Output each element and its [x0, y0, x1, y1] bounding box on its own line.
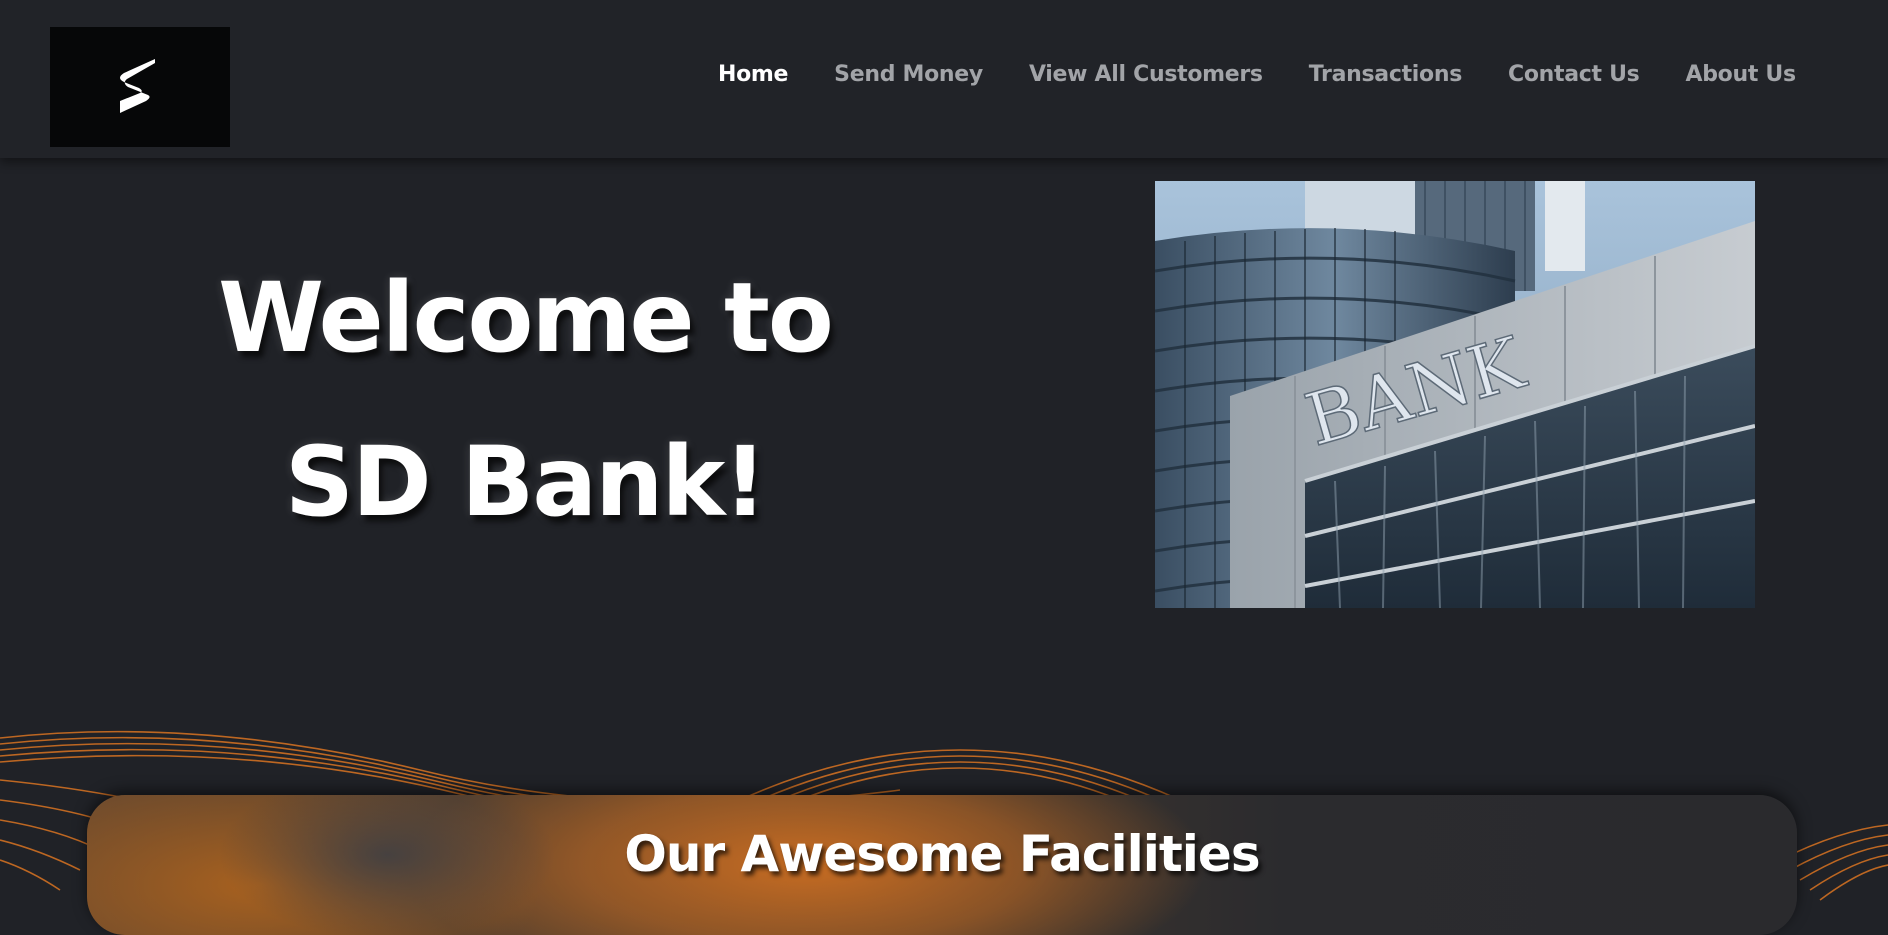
nav-contact-us[interactable]: Contact Us: [1508, 62, 1640, 87]
facilities-title: Our Awesome Facilities: [624, 825, 1260, 883]
nav-send-money[interactable]: Send Money: [834, 62, 983, 87]
nav-about-us[interactable]: About Us: [1685, 62, 1796, 87]
hero-title: Welcome to SD Bank!: [160, 236, 890, 564]
s-logo-icon: [120, 59, 155, 113]
nav-view-all-customers[interactable]: View All Customers: [1029, 62, 1263, 87]
hero-title-line1: Welcome to: [218, 262, 834, 374]
brand-logo[interactable]: [50, 27, 230, 147]
facilities-section: Our Awesome Facilities: [87, 795, 1797, 935]
site-header: Home Send Money View All Customers Trans…: [0, 0, 1888, 158]
nav-transactions[interactable]: Transactions: [1309, 62, 1463, 87]
main-nav: Home Send Money View All Customers Trans…: [718, 62, 1796, 87]
bank-building-image: BANK: [1155, 181, 1755, 608]
nav-home[interactable]: Home: [718, 62, 788, 87]
hero-title-line2: SD Bank!: [284, 426, 767, 538]
